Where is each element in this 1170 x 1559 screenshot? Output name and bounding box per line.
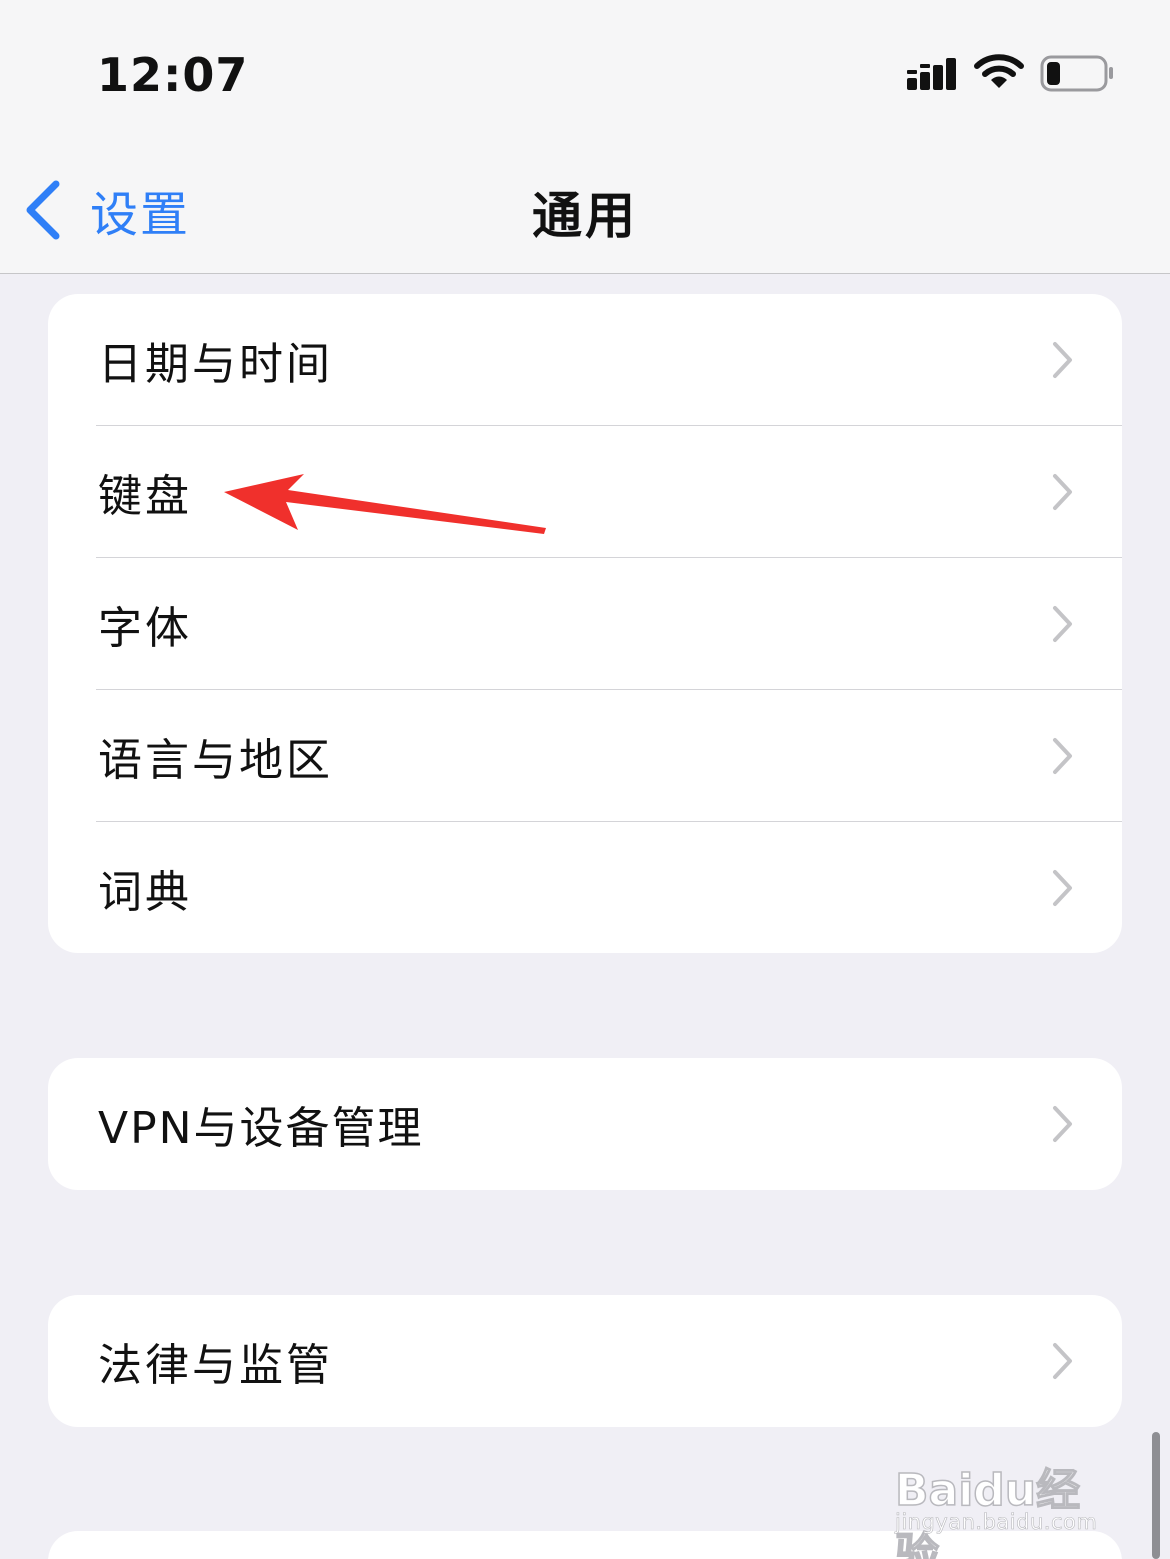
chevron-right-icon xyxy=(1053,606,1072,642)
chevron-right-icon xyxy=(1053,342,1072,378)
row-label: 法律与监管 xyxy=(98,1340,333,1391)
row-label: 键盘 xyxy=(98,471,192,522)
settings-screen: 12:07 设置 通用 日期与时间 键盘 字体 语言与地区 词典 VPN与设备管… xyxy=(0,0,1170,1559)
navigation-bar: 设置 通用 xyxy=(0,140,1170,274)
settings-group-legal: 法律与监管 xyxy=(48,1295,1122,1427)
page-title: 通用 xyxy=(532,187,638,245)
chevron-right-icon xyxy=(1053,474,1072,510)
chevron-right-icon xyxy=(1053,1343,1072,1379)
row-vpn-device-management[interactable]: VPN与设备管理 xyxy=(48,1058,1122,1190)
chevron-right-icon xyxy=(1053,870,1072,906)
settings-group-general: 日期与时间 键盘 字体 语言与地区 词典 xyxy=(48,294,1122,953)
row-language-region[interactable]: 语言与地区 xyxy=(48,690,1122,822)
baidu-watermark: Baidu经验 jingyan.baidu.com xyxy=(894,1440,1110,1559)
cellular-signal-icon xyxy=(907,58,956,90)
settings-group-vpn: VPN与设备管理 xyxy=(48,1058,1122,1190)
row-date-time[interactable]: 日期与时间 xyxy=(48,294,1122,426)
row-label: 日期与时间 xyxy=(98,339,333,390)
row-label: VPN与设备管理 xyxy=(98,1103,424,1154)
row-legal-regulatory[interactable]: 法律与监管 xyxy=(48,1295,1122,1427)
status-time: 12:07 xyxy=(97,48,249,102)
settings-group-next xyxy=(48,1531,1122,1559)
row-label: 字体 xyxy=(98,603,192,654)
chevron-right-icon xyxy=(1053,1106,1072,1142)
chevron-right-icon xyxy=(1053,738,1072,774)
row-dictionary[interactable]: 词典 xyxy=(48,822,1122,953)
battery-icon xyxy=(1040,55,1113,92)
wifi-icon xyxy=(974,54,1024,88)
row-label: 语言与地区 xyxy=(98,735,333,786)
scroll-indicator[interactable] xyxy=(1152,1432,1160,1559)
row-label: 词典 xyxy=(98,867,192,918)
status-bar: 12:07 xyxy=(0,0,1170,140)
row-fonts[interactable]: 字体 xyxy=(48,558,1122,690)
row-keyboard[interactable]: 键盘 xyxy=(48,426,1122,558)
